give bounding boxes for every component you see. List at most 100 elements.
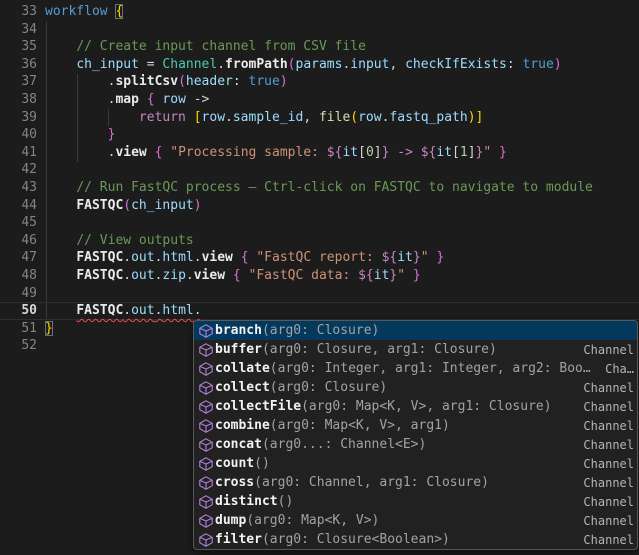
line-number[interactable]: 47 [0, 249, 37, 267]
code-token: view [202, 250, 233, 265]
line-content: } [45, 320, 53, 338]
line-number[interactable]: 49 [0, 285, 37, 303]
line-number[interactable]: 38 [0, 91, 37, 109]
code-token [45, 39, 76, 54]
suggestion-label: dump [215, 513, 246, 528]
code-token: "FastQC report: [256, 250, 381, 265]
code-token: ] [476, 110, 484, 125]
code-token: { [233, 268, 241, 283]
suggestion-label: collect [215, 380, 270, 395]
code-token: workflow [45, 4, 108, 19]
line-number[interactable]: 46 [0, 232, 37, 250]
suggestion-dump[interactable]: dump(arg0: Map<K, V>)Channel [194, 511, 637, 530]
method-icon [196, 476, 215, 490]
code-token: "Processing sample: [170, 145, 327, 160]
suggestion-buffer[interactable]: buffer(arg0: Closure, arg1: Closure)Chan… [194, 340, 637, 359]
suggestion-label: cross [215, 475, 254, 490]
code-line-47[interactable]: 47 FASTQC.out.html.view { "FastQC report… [0, 249, 639, 267]
suggestion-filter[interactable]: filter(arg0: Closure<Boolean>)Channel [194, 530, 637, 549]
line-number[interactable]: 44 [0, 197, 37, 215]
code-editor: 33 workflow {3435 // Create input channel… [0, 0, 639, 555]
code-line-37[interactable]: 37 .splitCsv(header: true) [0, 73, 639, 91]
code-line-40[interactable]: 40 } [0, 126, 639, 144]
code-token [45, 233, 76, 248]
code-token: ] [468, 145, 476, 160]
code-line-38[interactable]: 38 .map { row -> [0, 91, 639, 109]
code-token: { [147, 92, 155, 107]
code-line-44[interactable]: 44 FASTQC(ch_input) [0, 197, 639, 215]
code-line-34[interactable]: 34 [0, 21, 639, 39]
line-number[interactable]: 52 [0, 337, 37, 355]
code-token: -> [186, 92, 209, 107]
code-token: ( [123, 198, 131, 213]
suggestion-detail: Channel [575, 343, 634, 357]
suggestion-count[interactable]: count()Channel [194, 454, 637, 473]
suggestion-cross[interactable]: cross(arg0: Channel, arg1: Closure)Chann… [194, 473, 637, 492]
code-token: fastq_path [389, 110, 467, 125]
code-token: view [194, 268, 225, 283]
code-line-41[interactable]: 41 .view { "Processing sample: ${it[0]} … [0, 144, 639, 162]
line-number[interactable]: 33 [0, 3, 37, 21]
code-line-49[interactable]: 49 [0, 285, 639, 303]
suggestion-collate[interactable]: collate(arg0: Integer, arg1: Integer, ar… [194, 359, 637, 378]
suggestion-signature: (arg0...: Channel<E>) [262, 437, 426, 452]
code-token [405, 268, 413, 283]
line-content: } [45, 126, 115, 144]
code-token: , [389, 57, 405, 72]
code-token: row [202, 110, 225, 125]
method-icon [196, 362, 215, 376]
suggestion-collect[interactable]: collect(arg0: Closure)Channel [194, 378, 637, 397]
code-line-46[interactable]: 46 // View outputs [0, 232, 639, 250]
suggestion-concat[interactable]: concat(arg0...: Channel<E>)Channel [194, 435, 637, 454]
code-line-39[interactable]: 39 return [row.sample_id, file(row.fastq… [0, 109, 639, 127]
code-token: ) [554, 57, 562, 72]
code-token: " [397, 268, 405, 283]
suggestion-collectFile[interactable]: collectFile(arg0: Map<K, V>, arg1: Closu… [194, 397, 637, 416]
line-number[interactable]: 35 [0, 38, 37, 56]
line-number[interactable]: 36 [0, 56, 37, 74]
suggestion-signature: (arg0: Integer, arg1: Integer, arg2: Boo… [270, 361, 591, 376]
line-number[interactable]: 41 [0, 144, 37, 162]
suggestion-detail: Channel [575, 400, 634, 414]
code-token: out [131, 268, 154, 283]
code-token: ( [288, 57, 296, 72]
code-line-35[interactable]: 35 // Create input channel from CSV file [0, 38, 639, 56]
code-token: it [342, 145, 358, 160]
code-line-43[interactable]: 43 // Run FastQC process – Ctrl-click on… [0, 179, 639, 197]
line-number[interactable]: 39 [0, 109, 37, 127]
line-content: .splitCsv(header: true) [45, 73, 288, 91]
line-content: .view { "Processing sample: ${it[0]} -> … [45, 144, 507, 162]
code-token: [ [194, 110, 202, 125]
code-line-33[interactable]: 33workflow { [0, 3, 639, 21]
code-token: . [186, 268, 194, 283]
code-line-36[interactable]: 36 ch_input = Channel.fromPath(params.in… [0, 56, 639, 74]
line-number[interactable]: 34 [0, 21, 37, 39]
line-number[interactable]: 43 [0, 179, 37, 197]
line-number[interactable]: 48 [0, 267, 37, 285]
code-token [45, 303, 76, 318]
code-token: sample_id [233, 110, 303, 125]
code-token: view [115, 145, 146, 160]
suggestion-combine[interactable]: combine(arg0: Map<K, V>, arg1)Channel [194, 416, 637, 435]
line-number[interactable]: 45 [0, 214, 37, 232]
line-number[interactable]: 40 [0, 126, 37, 144]
code-line-48[interactable]: 48 FASTQC.out.zip.view { "FastQC data: $… [0, 267, 639, 285]
code-token: ch_input [76, 57, 139, 72]
suggestion-branch[interactable]: branch(arg0: Closure) [194, 321, 637, 340]
code-token: input [350, 57, 389, 72]
code-token [233, 250, 241, 265]
code-token: ( [178, 74, 186, 89]
line-number[interactable]: 42 [0, 161, 37, 179]
code-token: zip [162, 268, 185, 283]
code-line-50[interactable]: 50 FASTQC.out.html. [0, 302, 639, 320]
line-number[interactable]: 37 [0, 73, 37, 91]
suggestion-distinct[interactable]: distinct()Channel [194, 492, 637, 511]
method-icon [196, 514, 215, 528]
code-token: map [115, 92, 138, 107]
line-number[interactable]: 50 [0, 302, 37, 320]
code-line-45[interactable]: 45 [0, 214, 639, 232]
code-token: row [162, 92, 185, 107]
code-line-42[interactable]: 42 [0, 161, 639, 179]
line-number[interactable]: 51 [0, 320, 37, 338]
suggestion-signature: (arg0: Closure, arg1: Closure) [262, 342, 497, 357]
